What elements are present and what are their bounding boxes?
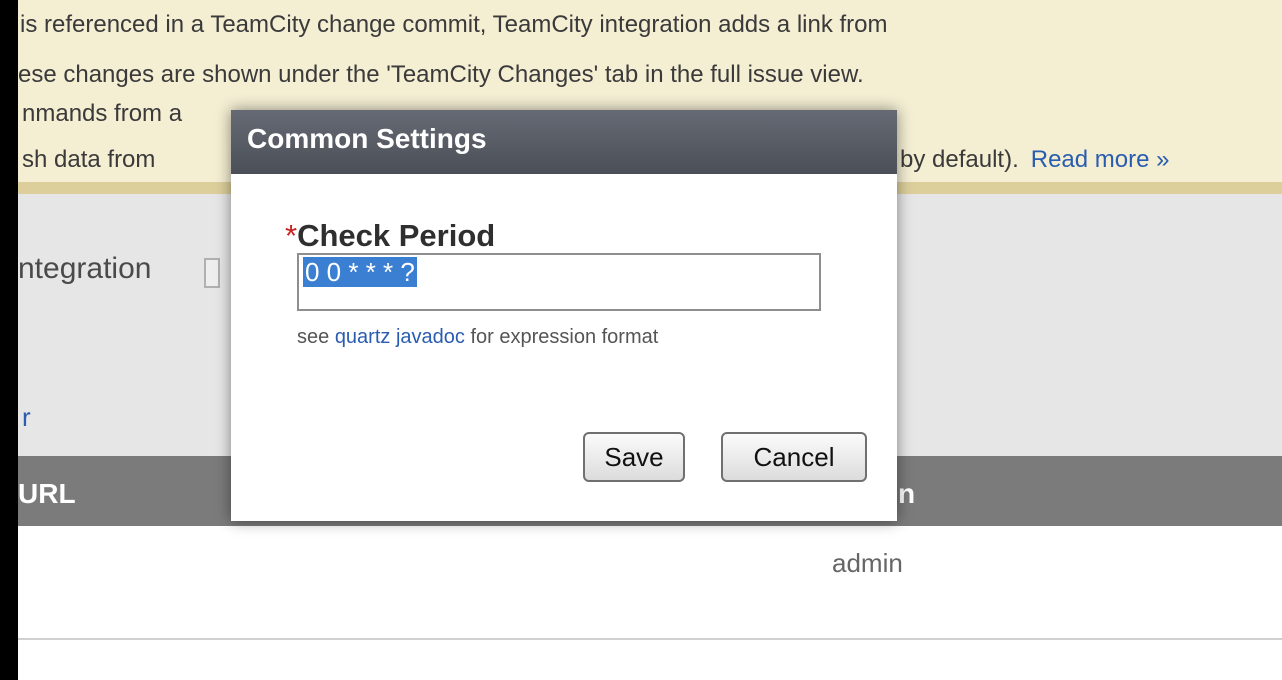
- quartz-javadoc-link[interactable]: quartz javadoc: [335, 326, 465, 348]
- settings-link[interactable]: r: [22, 402, 31, 433]
- dialog-title: Common Settings: [231, 110, 897, 174]
- row-user-cell: admin: [832, 548, 903, 578]
- column-header-url: URL: [18, 478, 76, 509]
- check-period-label: *Check Period: [285, 218, 495, 254]
- teamcity-admin-page: is referenced in a TeamCity change commi…: [18, 0, 1282, 680]
- read-more-link[interactable]: Read more »: [1031, 146, 1170, 173]
- check-period-value: 0 0 * * * ?: [303, 257, 417, 287]
- banner-line-3: nmands from a: [22, 100, 183, 127]
- common-settings-dialog: Common Settings *Check Period 0 0 * * * …: [231, 110, 897, 521]
- expression-hint: see quartz javadoc for expression format: [297, 326, 658, 349]
- save-button[interactable]: Save: [583, 432, 685, 482]
- integration-toggle-box[interactable]: [204, 258, 220, 288]
- banner-tail-text: by default).: [900, 146, 1019, 173]
- table-row: admin: [18, 526, 1282, 640]
- integration-label: ntegration: [18, 252, 152, 285]
- banner-line-4: sh data from: [22, 146, 156, 173]
- check-period-input[interactable]: 0 0 * * * ?: [297, 253, 821, 311]
- required-marker: *: [285, 218, 298, 253]
- hint-suffix: for expression format: [470, 326, 659, 348]
- banner-line-2: ese changes are shown under the 'TeamCit…: [18, 61, 864, 88]
- column-header-user: n: [898, 478, 916, 509]
- banner-line-1: is referenced in a TeamCity change commi…: [20, 11, 888, 38]
- cancel-button[interactable]: Cancel: [721, 432, 867, 482]
- hint-prefix: see: [297, 326, 330, 348]
- banner-tail: by default). Read more »: [900, 145, 1169, 175]
- check-period-label-text: Check Period: [297, 218, 496, 253]
